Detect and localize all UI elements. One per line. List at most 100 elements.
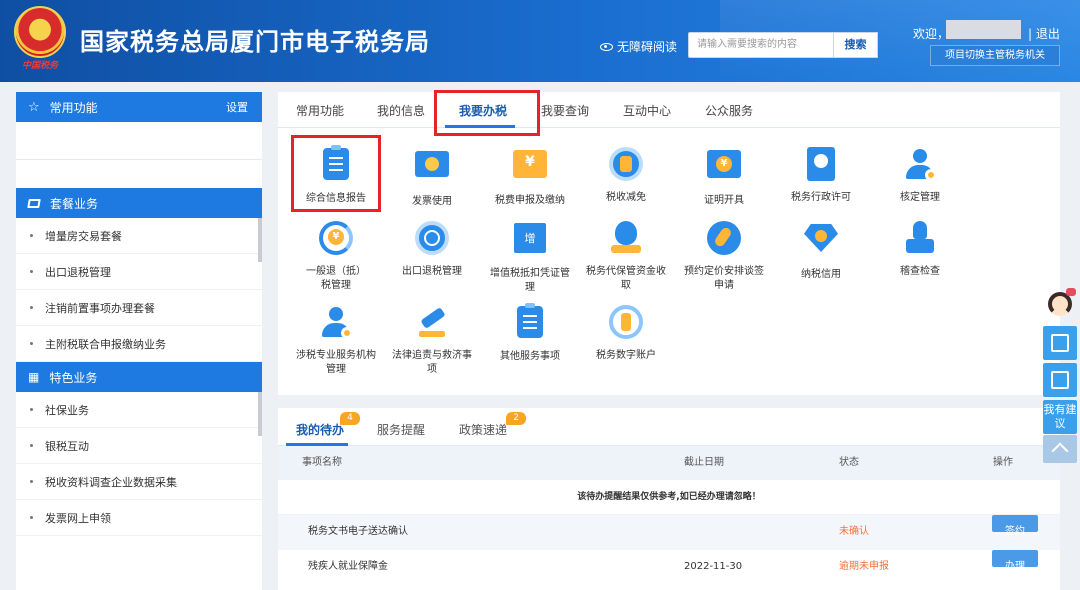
document-icon (517, 303, 543, 338)
service-tax-filing-payment[interactable]: 税费申报及缴纳 (484, 146, 576, 208)
username-redacted (946, 20, 1021, 39)
refund-cycle-icon (319, 221, 353, 255)
sidebar-package-label: 套餐业务 (50, 196, 99, 211)
row-status: 未确认 (839, 526, 869, 537)
col-deadline: 截止日期 (684, 457, 724, 468)
chevron-up-icon (1051, 442, 1069, 460)
tab-public-service[interactable]: 公众服务 (705, 102, 753, 119)
badge-icon (807, 147, 835, 181)
wallet-icon (513, 150, 547, 178)
back-to-top-button[interactable] (1043, 435, 1077, 463)
diamond-icon (804, 224, 838, 252)
sidebar-item-export-refund[interactable]: 出口退税管理 (16, 254, 262, 290)
switch-authority-button[interactable]: 项目切换主管税务机关 (930, 45, 1060, 66)
sidebar-common-label: 常用功能 (49, 100, 98, 115)
coins-icon (609, 305, 643, 339)
sidebar-scrollbar[interactable] (258, 218, 262, 262)
suggestion-button[interactable]: 我有建议 (1043, 400, 1077, 434)
col-action: 操作 (993, 457, 1013, 468)
tab-my-info[interactable]: 我的信息 (377, 102, 425, 119)
service-other[interactable]: 其他服务事项 (484, 303, 576, 364)
sidebar-settings-link[interactable]: 设置 (226, 99, 248, 115)
sidebar-common-empty (16, 122, 262, 160)
service-export-refund[interactable]: 出口退税管理 (386, 220, 478, 279)
sidebar-item-bank-tax[interactable]: 银税互动 (16, 428, 262, 464)
todo-panel: 我的待办 4 服务提醒 政策速递 2 事项名称 截止日期 状态 操作 该待办提醒… (278, 408, 1060, 590)
service-general-refund[interactable]: 一般退（抵）税管理 (290, 220, 382, 293)
person-gear-icon (903, 147, 937, 181)
row-item-name: 税务文书电子送达确认 (308, 526, 408, 537)
service-certificate[interactable]: 证明开具 (678, 146, 770, 208)
row-status: 逾期未申报 (839, 561, 889, 572)
service-advance-pricing[interactable]: 预约定价安排谈签申请 (678, 220, 770, 293)
assistant-avatar-icon[interactable] (1044, 286, 1076, 324)
site-title: 国家税务总局厦门市电子税务局 (80, 28, 430, 56)
invoice-icon (415, 151, 449, 177)
todo-count-badge: 4 (340, 412, 360, 425)
sidebar-item-data-survey[interactable]: 税收资料调查企业数据采集 (16, 464, 262, 500)
col-status: 状态 (839, 457, 859, 468)
tab-common[interactable]: 常用功能 (296, 102, 344, 119)
row-deadline: 2022-11-30 (684, 561, 743, 572)
tab-service-reminder[interactable]: 服务提醒 (377, 421, 425, 438)
col-item-name: 事项名称 (302, 457, 342, 468)
search-button[interactable]: 搜索 (834, 32, 878, 58)
service-legal-remedy[interactable]: 法律追责与救济事项 (386, 304, 478, 377)
sidebar-item-social-security[interactable]: 社保业务 (16, 392, 262, 428)
service-tax-credit[interactable]: 纳税信用 (775, 220, 867, 282)
sidebar-item-deregistration[interactable]: 注销前置事项办理套餐 (16, 290, 262, 326)
sidebar-item-joint-filing[interactable]: 主附税联合申报缴纳业务 (16, 326, 262, 362)
service-vat-deduction[interactable]: 增值税抵扣凭证管理 (484, 220, 576, 295)
compass-icon (707, 221, 741, 255)
tab-policy-express[interactable]: 政策速递 (459, 421, 507, 438)
tax-emblem-icon (14, 6, 66, 58)
notebook-icon (1051, 371, 1069, 389)
search-input[interactable]: 请输入需要搜索的内容 (688, 32, 834, 58)
globe-icon (415, 221, 449, 255)
stamp-icon (903, 221, 937, 255)
sign-button[interactable]: 签约 (992, 515, 1038, 537)
money-bag-icon (609, 221, 643, 255)
sidebar-common-header[interactable]: ☆ 常用功能 设置 (16, 92, 262, 122)
vat-invoice-icon (514, 223, 546, 253)
sidebar-item-incremental-housing[interactable]: 增量房交易套餐 (16, 218, 262, 254)
todo-table-header: 事项名称 截止日期 状态 操作 (278, 446, 1060, 480)
notebook-button[interactable] (1043, 363, 1077, 397)
sidebar-special-header[interactable]: ▦ 特色业务 (16, 362, 262, 392)
service-tax-reduction[interactable]: 税收减免 (580, 146, 672, 205)
top-header: 中国税务 国家税务总局厦门市电子税务局 无障碍阅读 请输入需要搜索的内容 搜索 … (0, 0, 1080, 82)
tab-query[interactable]: 我要查询 (541, 102, 589, 119)
sidebar-package-header[interactable]: 套餐业务 (16, 188, 262, 218)
eye-icon (600, 42, 613, 51)
accessibility-label: 无障碍阅读 (617, 40, 678, 54)
highlight-box-tab (434, 90, 540, 136)
agent-gear-icon (319, 305, 353, 339)
todo-notice: 该待办提醒结果仅供参考,如已经办理请忽略！ (278, 480, 1060, 515)
logout-link[interactable]: | 退出 (1028, 25, 1060, 42)
service-custody-funds[interactable]: 税务代保管资金收取 (580, 220, 672, 293)
service-comprehensive-report[interactable]: 综合信息报告 (290, 145, 382, 206)
handle-button[interactable]: 办理 (992, 550, 1038, 572)
sidebar-scrollbar-2[interactable] (258, 392, 262, 436)
emblem-caption: 中国税务 (21, 61, 58, 71)
suggestion-label: 我有建议 (1043, 403, 1077, 430)
tab-interaction[interactable]: 互动中心 (623, 102, 671, 119)
coin-icon (609, 147, 643, 181)
sidebar-item-invoice-apply[interactable]: 发票网上申领 (16, 500, 262, 536)
sidebar-special-label: 特色业务 (49, 370, 98, 385)
service-digital-account[interactable]: 税务数字账户 (580, 304, 672, 363)
search-doc-button[interactable] (1043, 326, 1077, 360)
service-professional-agency[interactable]: 涉税专业服务机构管理 (290, 304, 382, 377)
row-item-name: 残疾人就业保障金 (308, 561, 388, 572)
accessibility-link[interactable]: 无障碍阅读 (600, 38, 677, 55)
service-admin-license[interactable]: 税务行政许可 (775, 146, 867, 205)
tab-my-todo[interactable]: 我的待办 (296, 421, 344, 438)
policy-count-badge: 2 (506, 412, 526, 425)
certificate-icon (707, 150, 741, 178)
service-assessment[interactable]: 核定管理 (874, 146, 966, 205)
grid-icon: ▦ (28, 370, 40, 384)
layers-icon (27, 198, 41, 208)
services-tab-bar: 常用功能 我的信息 我要办税 我要查询 互动中心 公众服务 (278, 92, 1060, 128)
service-inspection[interactable]: 稽查检查 (874, 220, 966, 279)
service-invoice-use[interactable]: 发票使用 (386, 146, 478, 209)
